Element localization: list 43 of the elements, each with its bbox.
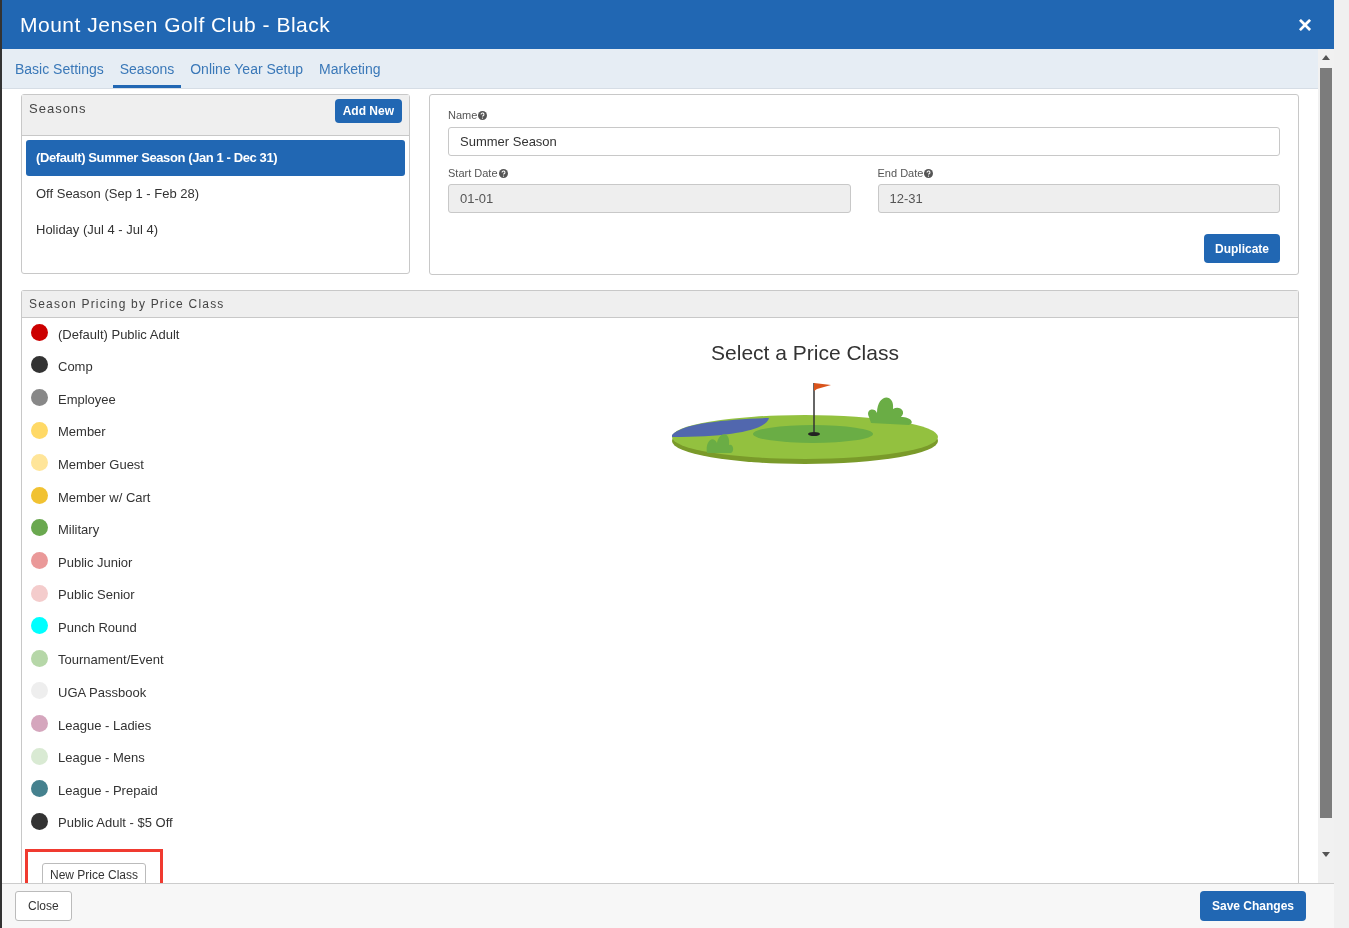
help-icon: [924, 168, 934, 178]
price-class-item[interactable]: UGA Passbook: [58, 683, 147, 703]
tab[interactable]: Marketing: [312, 59, 388, 88]
panel-title: Seasons: [29, 100, 87, 118]
price-class-item[interactable]: Military: [58, 520, 100, 540]
add-new-button[interactable]: Add New: [334, 99, 402, 123]
scroll-up-icon[interactable]: [1322, 55, 1330, 60]
price-class-item[interactable]: Punch Round: [58, 617, 137, 638]
season-item[interactable]: (Default) Summer Season (Jan 1 - Dec 31): [26, 140, 405, 176]
price-class-item[interactable]: League - Mens: [58, 748, 145, 768]
new-price-class-button[interactable]: New Price Class: [42, 862, 147, 883]
season-item[interactable]: Holiday (Jul 4 - Jul 4): [26, 212, 405, 248]
help-icon: [478, 111, 488, 120]
tab[interactable]: Basic Settings: [8, 59, 111, 88]
price-class-item[interactable]: Member: [58, 422, 106, 442]
tab[interactable]: Seasons: [112, 59, 182, 88]
help-icon: [498, 168, 508, 178]
close-button[interactable]: Close: [15, 891, 72, 921]
price-class-item[interactable]: (Default) Public Adult: [58, 324, 180, 345]
price-class-item[interactable]: Comp: [58, 357, 93, 377]
field-label: Start Date: [448, 164, 851, 181]
empty-state-title: Select a Price Class: [711, 340, 899, 366]
field-label: End Date: [877, 164, 1280, 181]
season-item[interactable]: Off Season (Sep 1 - Feb 28): [26, 176, 405, 212]
scroll-down-icon[interactable]: [1322, 852, 1330, 857]
duplicate-button[interactable]: Duplicate: [1204, 234, 1280, 263]
price-class-item[interactable]: Public Senior: [58, 585, 135, 605]
price-class-item[interactable]: Tournament/Event: [58, 650, 164, 670]
window-title: Mount Jensen Golf Club - Black: [20, 11, 331, 38]
price-class-item[interactable]: Member Guest: [58, 454, 144, 475]
field-label: Name: [448, 107, 1280, 124]
price-class-item[interactable]: Member w/ Cart: [58, 487, 151, 507]
price-class-item[interactable]: League - Prepaid: [58, 780, 158, 801]
scrollbar-thumb[interactable]: [1320, 68, 1332, 818]
price-class-item[interactable]: Employee: [58, 389, 116, 410]
tab[interactable]: Online Year Setup: [183, 59, 311, 88]
panel-title: Season Pricing by Price Class: [29, 296, 225, 313]
close-button[interactable]: ×: [1298, 12, 1312, 37]
name-field[interactable]: Summer Season: [448, 126, 1280, 156]
save-changes-button[interactable]: Save Changes: [1199, 891, 1306, 921]
price-class-item[interactable]: League - Ladies: [58, 715, 152, 736]
price-class-item[interactable]: Public Adult - $5 Off: [58, 813, 173, 833]
price-class-item[interactable]: Public Junior: [58, 552, 133, 573]
